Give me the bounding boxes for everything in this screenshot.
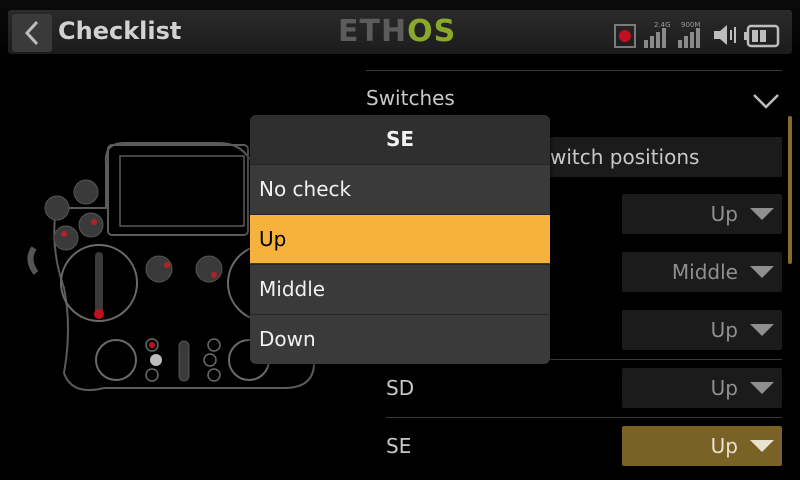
- dropdown-arrow-icon: [750, 324, 774, 336]
- dropdown-value: Up: [710, 376, 738, 400]
- popup-title: SE: [250, 115, 550, 164]
- switch-label-se: SE: [386, 434, 412, 458]
- dropdown-arrow-icon: [750, 382, 774, 394]
- chevron-down-icon[interactable]: [752, 92, 780, 110]
- header-bar: Checklist ETHOS 2.4G 900M: [0, 0, 800, 60]
- dropdown-arrow-icon: [750, 266, 774, 278]
- signal-2-4g-icon: 2.4G: [644, 21, 670, 48]
- record-icon: [614, 24, 636, 48]
- dropdown-arrow-icon: [750, 440, 774, 452]
- speaker-icon: [714, 25, 736, 45]
- back-arrow-icon: [24, 20, 39, 46]
- top-divider: [366, 70, 782, 71]
- switch-positions-label: witch positions: [550, 145, 700, 169]
- switch-dropdown-3[interactable]: Up: [622, 310, 782, 350]
- dropdown-value: Middle: [671, 260, 738, 284]
- svg-text:900M: 900M: [681, 21, 700, 29]
- scrollbar[interactable]: [788, 116, 792, 264]
- back-button[interactable]: [12, 14, 52, 52]
- dropdown-arrow-icon: [750, 208, 774, 220]
- switch-dropdown-se[interactable]: Up: [622, 426, 782, 466]
- switch-label-sd: SD: [386, 376, 415, 400]
- dropdown-value: Up: [710, 434, 738, 458]
- section-label-switches: Switches: [366, 86, 455, 110]
- popup-option-down[interactable]: Down: [250, 314, 550, 363]
- switch-position-popup: SE No check Up Middle Down: [250, 115, 550, 364]
- page-title: Checklist: [58, 17, 182, 45]
- row-divider: [386, 417, 782, 418]
- switch-dropdown-2[interactable]: Middle: [622, 252, 782, 292]
- switch-dropdown-sd[interactable]: Up: [622, 368, 782, 408]
- popup-option-no-check[interactable]: No check: [250, 164, 550, 213]
- switch-positions-row[interactable]: witch positions: [540, 137, 782, 177]
- dropdown-value: Up: [710, 202, 738, 226]
- popup-option-up[interactable]: Up: [250, 214, 550, 263]
- popup-option-middle[interactable]: Middle: [250, 264, 550, 313]
- status-icons: 2.4G 900M: [614, 18, 780, 48]
- signal-900m-icon: 900M: [678, 21, 700, 48]
- ethos-logo: ETHOS: [338, 14, 457, 49]
- switch-dropdown-1[interactable]: Up: [622, 194, 782, 234]
- svg-text:2.4G: 2.4G: [654, 21, 670, 29]
- dropdown-value: Up: [710, 318, 738, 342]
- battery-icon: [744, 24, 780, 48]
